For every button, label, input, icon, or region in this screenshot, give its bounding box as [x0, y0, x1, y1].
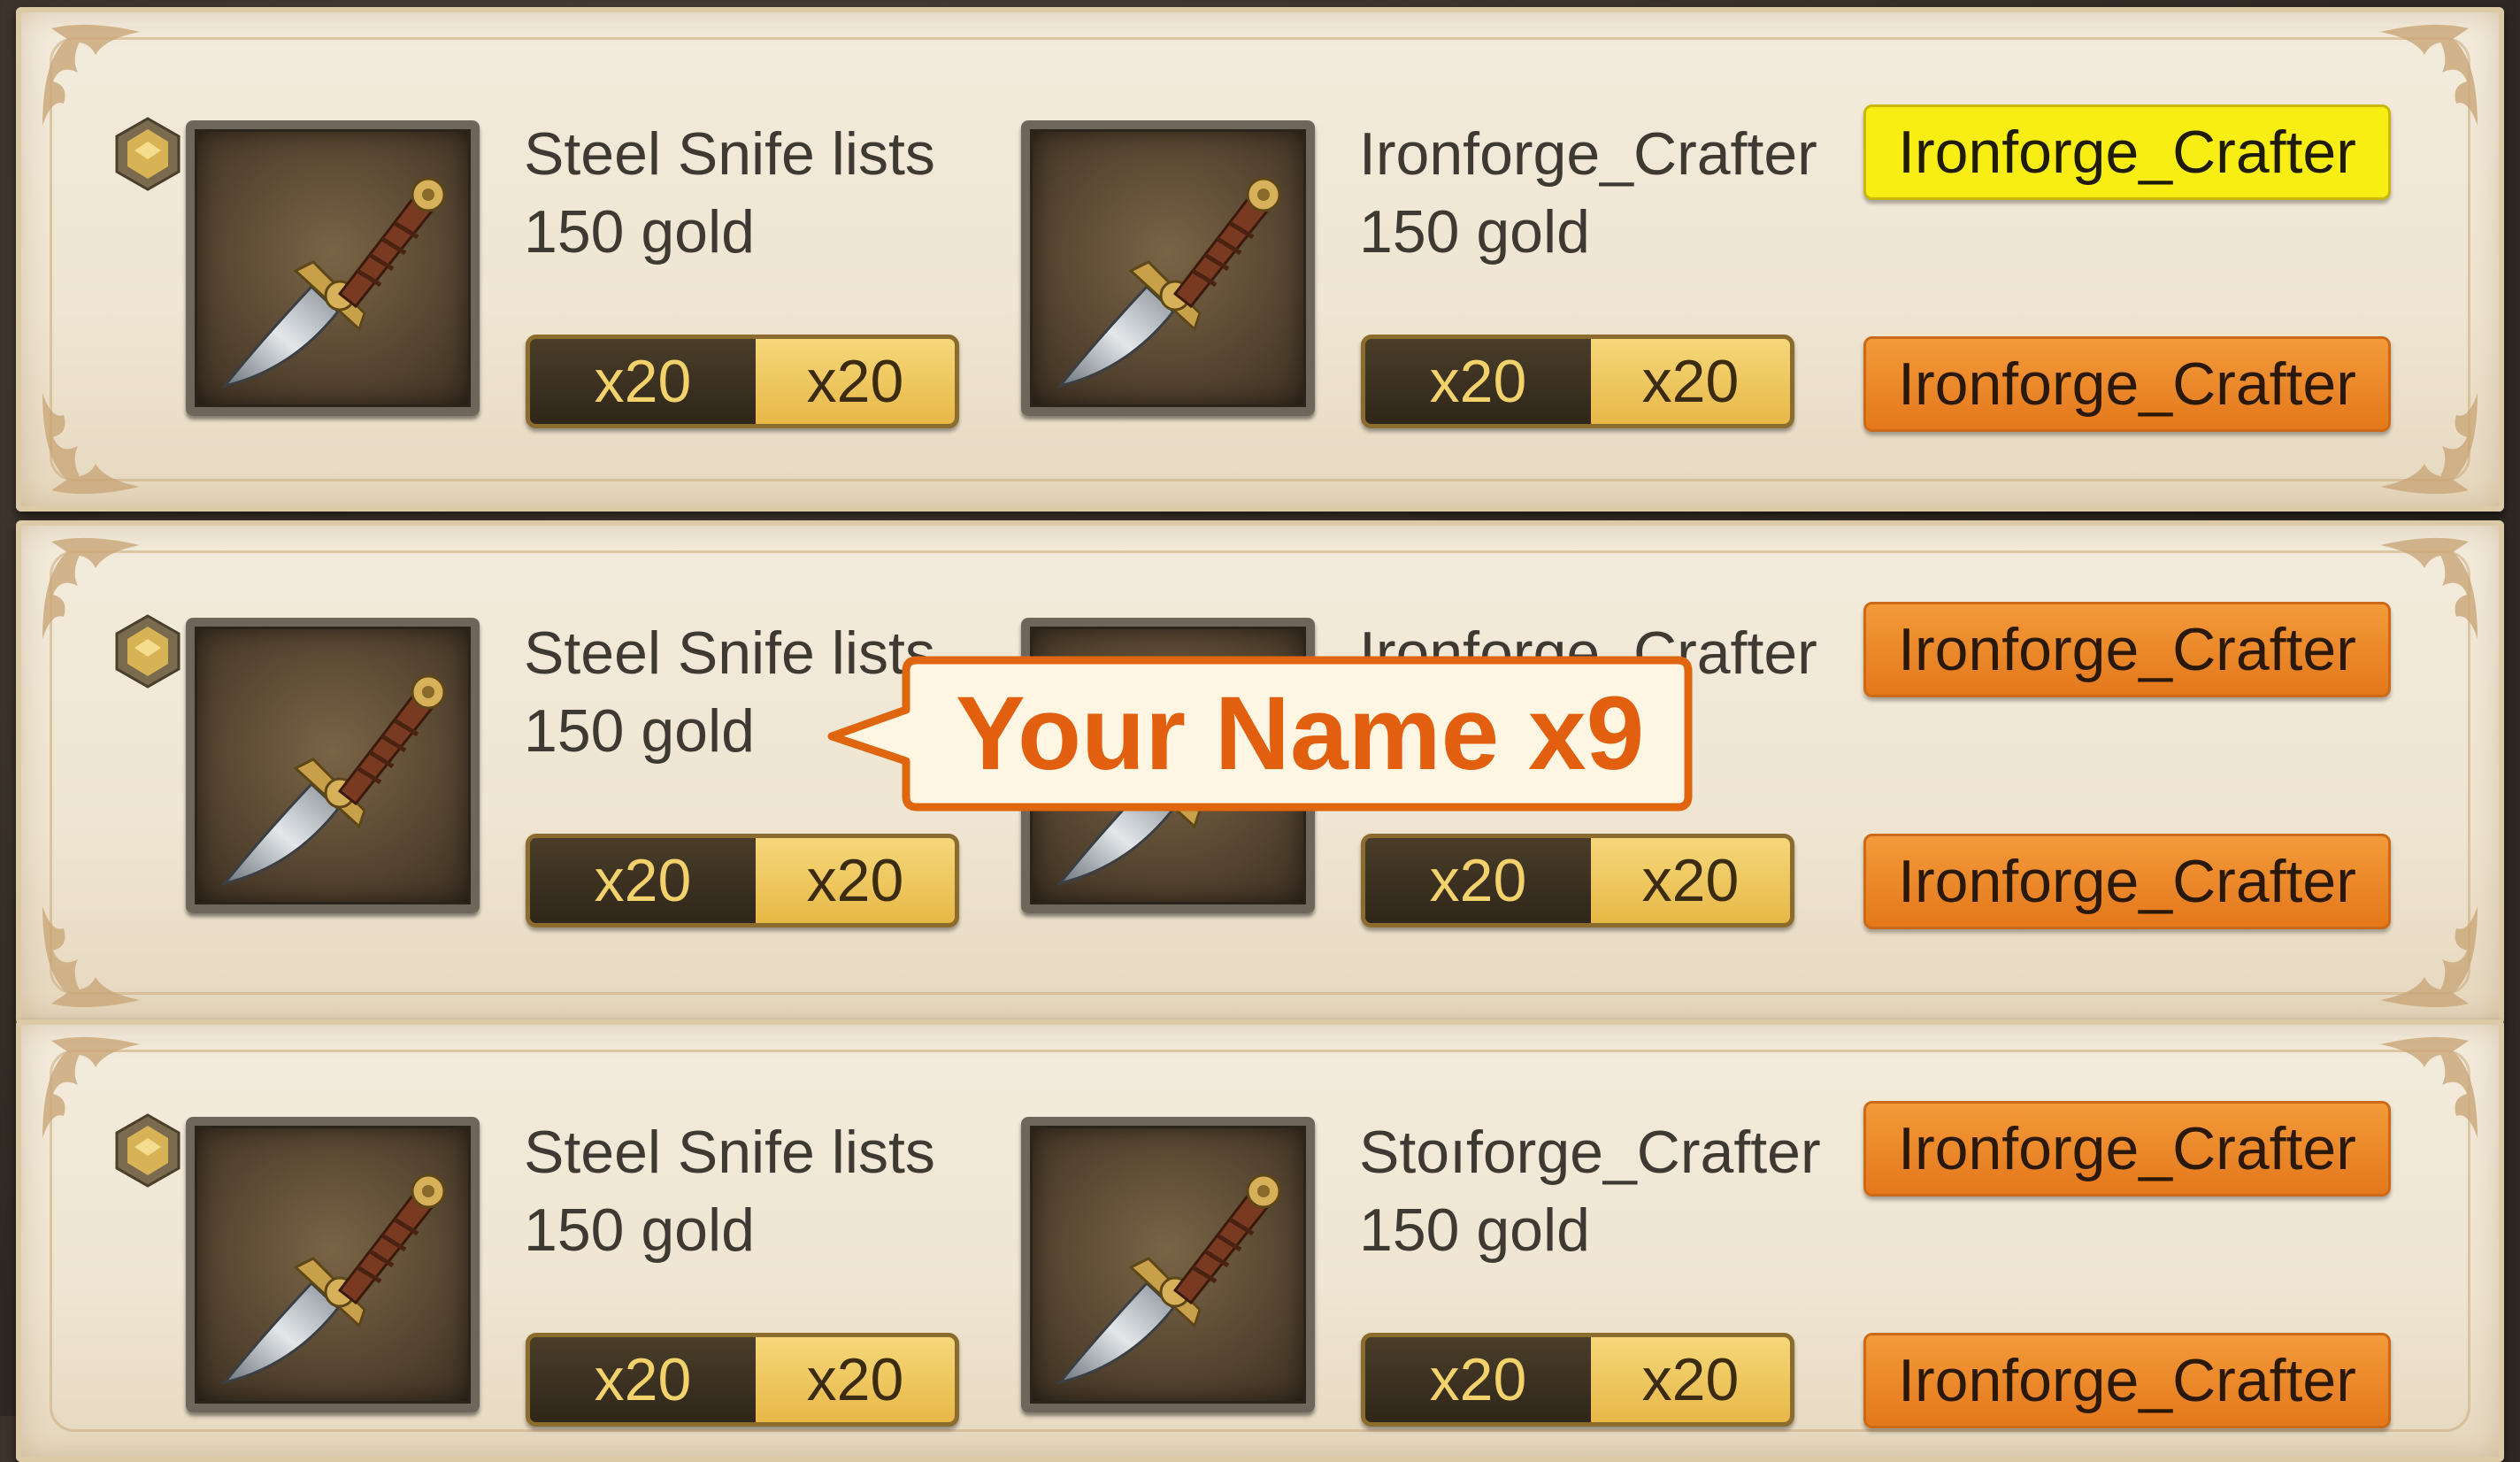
item-price: 150 gold	[524, 1197, 755, 1264]
seller-name: Stoıforge_Crafter	[1359, 1119, 1821, 1186]
item-slot-right[interactable]	[1021, 1117, 1315, 1412]
quantity-option-selected[interactable]: x20	[756, 339, 955, 424]
item-price: 150 gold	[1359, 198, 1590, 265]
ornament-corner	[34, 897, 149, 1012]
seller-tag[interactable]: Ironforge_Crafter	[1863, 602, 2391, 697]
quantity-option-selected[interactable]: x20	[756, 838, 955, 923]
seller-tag[interactable]: Ironforge_Crafter	[1863, 834, 2391, 929]
quantity-option[interactable]: x20	[530, 1337, 756, 1422]
item-slot-left[interactable]	[186, 618, 480, 913]
seller-tag[interactable]: Ironforge_Crafter	[1863, 1101, 2391, 1197]
seller-name: Ironforge_Crafter	[1359, 120, 1817, 188]
diamond-rank-icon	[115, 117, 181, 191]
dagger-icon	[1056, 177, 1281, 389]
quantity-selector[interactable]: x20 x20	[1361, 1333, 1794, 1427]
listing-panel-3: Steel Snife lists 150 gold x20 x20 Stoıf…	[16, 1020, 2504, 1462]
item-name: Steel Snife lists	[524, 1119, 935, 1186]
diamond-rank-icon	[115, 614, 181, 689]
item-price: 150 gold	[1359, 1197, 1590, 1264]
seller-tag-highlighted[interactable]: Ironforge_Crafter	[1863, 104, 2391, 200]
item-slot-left[interactable]	[186, 1117, 480, 1412]
quantity-selector[interactable]: x20 x20	[526, 1333, 959, 1427]
quantity-option[interactable]: x20	[1365, 1337, 1591, 1422]
quantity-selector[interactable]: x20 x20	[1361, 834, 1794, 927]
quantity-selector[interactable]: x20 x20	[526, 335, 959, 428]
quantity-option[interactable]: x20	[530, 838, 756, 923]
ornament-corner	[34, 384, 149, 499]
quantity-option-selected[interactable]: x20	[756, 1337, 955, 1422]
quantity-option-selected[interactable]: x20	[1591, 339, 1790, 424]
dagger-icon	[221, 674, 446, 886]
item-price: 150 gold	[524, 198, 755, 265]
item-price: 150 gold	[524, 697, 755, 765]
dagger-icon	[221, 1173, 446, 1385]
quantity-option-selected[interactable]: x20	[1591, 1337, 1790, 1422]
quantity-option[interactable]: x20	[1365, 838, 1591, 923]
item-slot-right[interactable]	[1021, 120, 1315, 416]
quantity-option[interactable]: x20	[530, 339, 756, 424]
dagger-icon	[221, 177, 446, 389]
quantity-selector[interactable]: x20 x20	[526, 834, 959, 927]
callout-text: Your Name x9	[956, 675, 1645, 792]
diamond-rank-icon	[115, 1113, 181, 1188]
quantity-option[interactable]: x20	[1365, 339, 1591, 424]
dagger-icon	[1056, 1173, 1281, 1385]
listing-panel-1: Steel Snife lists 150 gold x20 x20 Ironf…	[16, 7, 2504, 512]
seller-tag[interactable]: Ironforge_Crafter	[1863, 1333, 2391, 1428]
item-name: Steel Snife lists	[524, 120, 935, 188]
seller-tag[interactable]: Ironforge_Crafter	[1863, 336, 2391, 432]
item-slot-left[interactable]	[186, 120, 480, 416]
quantity-option-selected[interactable]: x20	[1591, 838, 1790, 923]
name-callout-bubble: Your Name x9	[827, 651, 1695, 816]
quantity-selector[interactable]: x20 x20	[1361, 335, 1794, 428]
